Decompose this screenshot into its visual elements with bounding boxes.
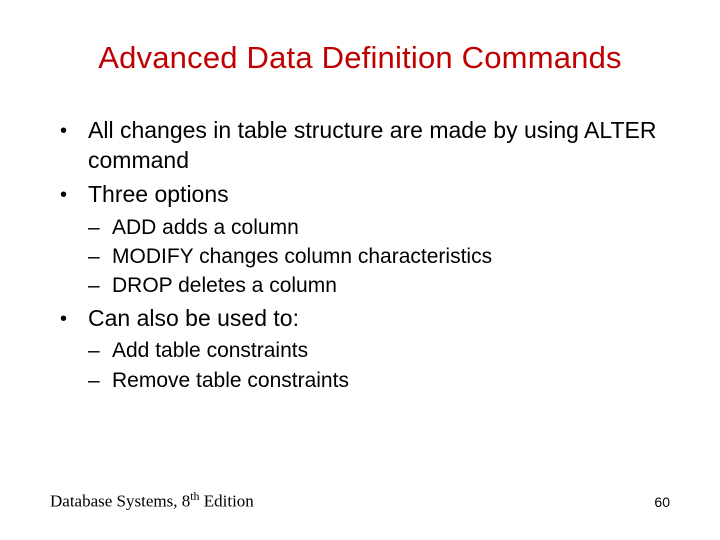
slide-title: Advanced Data Definition Commands <box>50 40 670 76</box>
sub-bullet-item: MODIFY changes column characteristics <box>88 243 670 270</box>
sub-bullet-item: Add table constraints <box>88 337 670 364</box>
bullet-text: Can also be used to: <box>88 305 299 331</box>
footer-source: Database Systems, 8th Edition <box>50 489 254 512</box>
bullet-text: Three options <box>88 181 229 207</box>
sub-bullet-item: Remove table constraints <box>88 367 670 394</box>
footer-text-post: Edition <box>199 492 253 511</box>
slide: Advanced Data Definition Commands All ch… <box>0 0 720 540</box>
sub-bullet-list: ADD adds a column MODIFY changes column … <box>88 214 670 300</box>
bullet-list: All changes in table structure are made … <box>50 116 670 394</box>
sub-bullet-list: Add table constraints Remove table const… <box>88 337 670 394</box>
bullet-item: Three options ADD adds a column MODIFY c… <box>50 180 670 300</box>
sub-bullet-item: DROP deletes a column <box>88 272 670 299</box>
slide-footer: Database Systems, 8th Edition 60 <box>50 489 670 512</box>
bullet-item: All changes in table structure are made … <box>50 116 670 176</box>
page-number: 60 <box>654 494 670 510</box>
sub-bullet-text: Remove table constraints <box>112 369 349 392</box>
bullet-text: All changes in table structure are made … <box>88 117 657 173</box>
footer-text-pre: Database Systems, 8 <box>50 492 190 511</box>
sub-bullet-text: DROP deletes a column <box>112 274 337 297</box>
sub-bullet-text: Add table constraints <box>112 339 308 362</box>
sub-bullet-item: ADD adds a column <box>88 214 670 241</box>
bullet-item: Can also be used to: Add table constrain… <box>50 304 670 394</box>
sub-bullet-text: MODIFY changes column characteristics <box>112 245 492 268</box>
slide-content: All changes in table structure are made … <box>50 116 670 394</box>
sub-bullet-text: ADD adds a column <box>112 216 299 239</box>
